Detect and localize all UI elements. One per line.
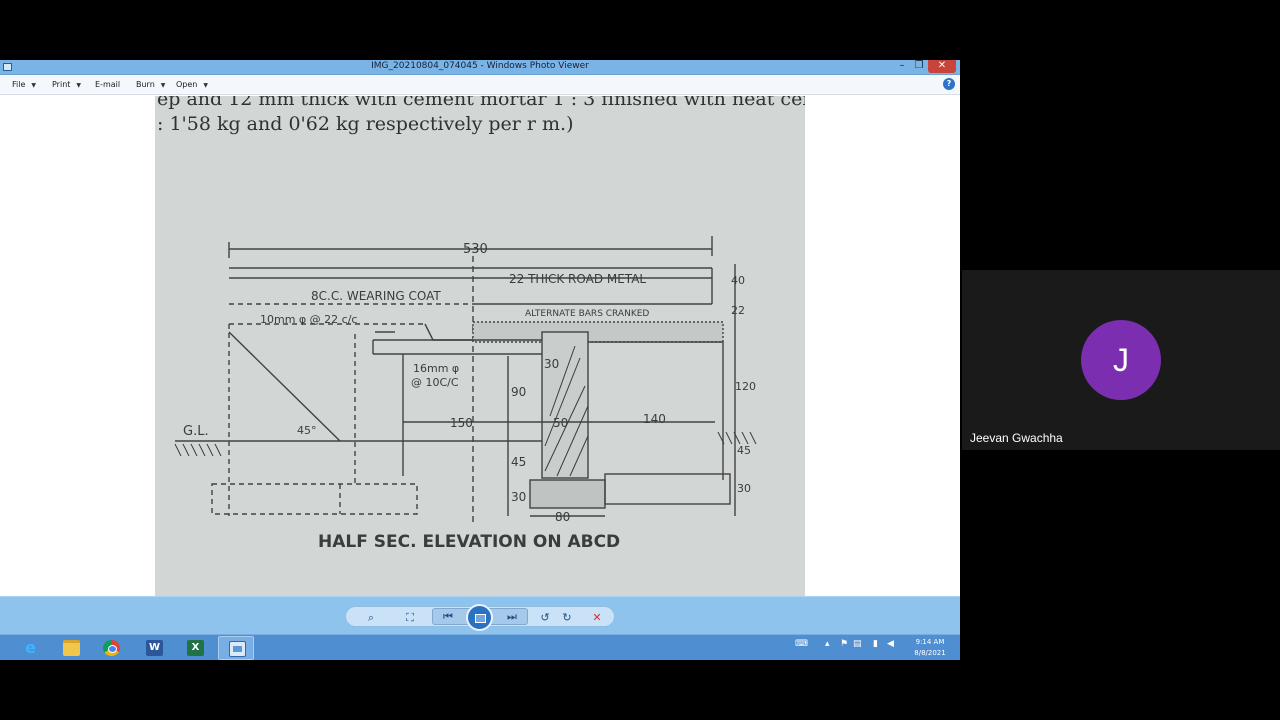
chevron-down-icon: ▼ <box>31 82 37 89</box>
taskbar-photo-viewer[interactable] <box>218 636 254 660</box>
clock-time: 9:14 AM <box>915 638 945 646</box>
show-hidden-icons-icon[interactable]: ▴ <box>825 639 830 649</box>
keyboard-icon[interactable]: ⌨ <box>795 639 808 649</box>
drawing-caption: HALF SEC. ELEVATION ON ABCD <box>318 532 620 552</box>
network-icon[interactable]: ▤ <box>853 639 862 649</box>
label-dim-45: 45 <box>737 444 751 457</box>
label-wearing-coat: 8C.C. WEARING COAT <box>311 289 441 303</box>
label-dim-30b: 30 <box>511 490 526 504</box>
title-bar[interactable]: IMG_20210804_074045 - Windows Photo View… <box>0 60 960 75</box>
label-bar-spacing: 10mm φ @ 22 c/c <box>260 313 357 326</box>
flag-icon[interactable]: ⚑ <box>840 639 848 649</box>
label-dim-90: 90 <box>511 385 526 399</box>
label-dim-30a: 30 <box>544 357 559 371</box>
label-dim-45a: 45 <box>511 455 526 469</box>
menu-print-label: Print <box>52 80 71 89</box>
previous-icon[interactable]: ⏮ <box>439 609 457 624</box>
volume-icon[interactable]: ◀ <box>887 639 894 649</box>
label-dim-40: 40 <box>731 274 745 287</box>
zoom-icon[interactable]: ⌕ <box>362 610 380 625</box>
photo-viewer-icon <box>229 641 246 657</box>
chrome-icon <box>103 640 120 656</box>
signal-icon[interactable]: ▮ <box>873 639 878 649</box>
label-dim-140: 140 <box>643 412 666 426</box>
rotate-counterclockwise-icon[interactable]: ↺ <box>536 610 554 625</box>
label-span: 530 <box>463 242 488 257</box>
menu-file[interactable]: File ▼ <box>12 80 36 89</box>
minimize-button[interactable]: – <box>895 60 909 73</box>
participant-name: Jeevan Gwachha <box>970 431 1063 445</box>
folder-icon <box>63 640 80 656</box>
taskbar-file-explorer[interactable] <box>53 636 89 660</box>
help-icon[interactable]: ? <box>943 78 955 90</box>
avatar: J <box>1081 320 1161 400</box>
menu-file-label: File <box>12 80 26 89</box>
rotate-clockwise-icon[interactable]: ↻ <box>558 610 576 625</box>
label-ground-level: G.L. <box>183 424 209 439</box>
label-road-metal: 22 THICK ROAD METAL <box>509 272 646 286</box>
menu-open[interactable]: Open ▼ <box>176 80 208 89</box>
taskbar-chrome[interactable] <box>93 636 129 660</box>
excel-icon: X <box>187 640 204 656</box>
label-dim-50: 50 <box>553 416 568 430</box>
label-alternate-bars: ALTERNATE BARS CRANKED <box>525 309 649 319</box>
label-main-bars-2: @ 10C/C <box>411 376 459 389</box>
actual-size-icon[interactable]: ⛶ <box>401 610 419 625</box>
taskbar-excel[interactable]: X <box>177 636 213 660</box>
screen: IMG_20210804_074045 - Windows Photo View… <box>0 0 1280 720</box>
label-angle: 45° <box>297 424 317 437</box>
chevron-down-icon: ▼ <box>76 82 82 89</box>
taskbar: e W X ⌨ ▴ ⚑ ▤ ▮ ◀ 9:14 AM 8/8/2021 <box>0 634 960 660</box>
photo-viewer-window: IMG_20210804_074045 - Windows Photo View… <box>0 60 960 660</box>
window-title: IMG_20210804_074045 - Windows Photo View… <box>371 61 589 71</box>
viewer-control-bar: ⌕ ⛶ ⏮ ⏭ ↺ ↻ ✕ <box>0 596 960 634</box>
label-dim-30: 30 <box>737 482 751 495</box>
internet-explorer-icon: e <box>25 638 36 657</box>
menu-bar: File ▼ Print ▼ E-mail Burn ▼ Open ▼ ? <box>0 75 960 95</box>
menu-email-label: E-mail <box>95 80 121 89</box>
menu-burn[interactable]: Burn ▼ <box>136 80 165 89</box>
chevron-down-icon: ▼ <box>160 82 166 89</box>
clock-date: 8/8/2021 <box>914 649 946 657</box>
clock[interactable]: 9:14 AM 8/8/2021 <box>905 637 955 659</box>
page-text-line-1: ep and 12 mm thick with cement mortar 1 … <box>157 96 805 110</box>
label-dim-120: 120 <box>735 380 756 393</box>
image-display-area[interactable]: ep and 12 mm thick with cement mortar 1 … <box>0 96 960 596</box>
page-text-line-2: : 1'58 kg and 0'62 kg respectively per r… <box>157 113 573 135</box>
scanned-page-photo: ep and 12 mm thick with cement mortar 1 … <box>155 96 805 596</box>
menu-email[interactable]: E-mail <box>95 80 120 89</box>
word-icon: W <box>146 640 163 656</box>
delete-icon[interactable]: ✕ <box>588 610 606 625</box>
label-dim-22: 22 <box>731 304 745 317</box>
chevron-down-icon: ▼ <box>203 82 208 89</box>
close-button[interactable]: ✕ <box>928 60 956 73</box>
taskbar-internet-explorer[interactable]: e <box>12 636 48 660</box>
menu-open-label: Open <box>176 80 198 89</box>
participant-tile[interactable]: J Jeevan Gwachha <box>962 270 1280 450</box>
control-pill: ⌕ ⛶ ⏮ ⏭ ↺ ↻ ✕ <box>345 604 615 631</box>
label-dim-80: 80 <box>555 510 570 524</box>
maximize-button[interactable]: ❐ <box>912 60 926 73</box>
slideshow-button[interactable] <box>466 604 493 631</box>
taskbar-word[interactable]: W <box>136 636 172 660</box>
menu-burn-label: Burn <box>136 80 155 89</box>
drawing-svg: ep and 12 mm thick with cement mortar 1 … <box>157 96 805 552</box>
label-main-bars-1: 16mm φ <box>413 362 459 375</box>
menu-print[interactable]: Print ▼ <box>52 80 81 89</box>
next-icon[interactable]: ⏭ <box>503 609 521 624</box>
label-dim-150: 150 <box>450 416 473 430</box>
